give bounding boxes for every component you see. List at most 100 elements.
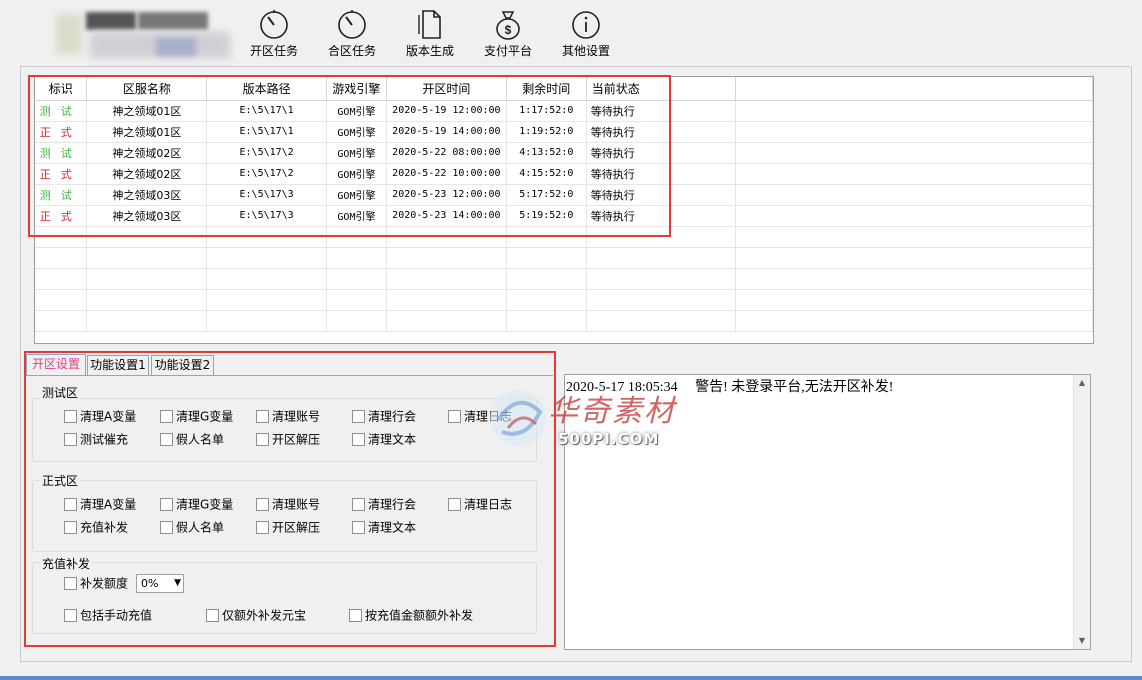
checkbox-box[interactable] [64,577,77,590]
column-header[interactable]: 标识 [35,77,88,101]
checkbox-box[interactable] [256,498,269,511]
test-zone-checkbox[interactable]: 清理A变量 [64,409,136,425]
checkbox-box[interactable] [352,433,365,446]
checkbox-box[interactable] [256,433,269,446]
test-zone-checkbox[interactable]: 测试催充 [64,432,128,448]
table-cell-tag: 测试 [35,142,88,164]
amount-select[interactable]: 0% ▼ [136,574,184,593]
table-cell-remaining [506,247,587,269]
open-task-button[interactable]: 开区任务 [242,8,306,60]
checkbox-box[interactable] [160,521,173,534]
checkbox-box[interactable] [64,609,77,622]
column-header[interactable]: 游戏引擎 [326,77,387,101]
checkbox-box[interactable] [160,433,173,446]
checkbox-box[interactable] [352,498,365,511]
other-settings-button[interactable]: 其他设置 [554,8,618,60]
test-zone-checkbox[interactable]: 清理行会 [352,409,416,425]
table-cell-tag: 正式 [35,121,88,143]
tab-function-settings-1[interactable]: 功能设置1 [87,355,149,376]
recharge-option-checkbox[interactable]: 按充值金额额外补发 [349,608,473,624]
column-header[interactable]: 区服名称 [86,77,208,101]
checkbox-box[interactable] [256,410,269,423]
checkbox-box[interactable] [352,521,365,534]
column-header[interactable]: 开区时间 [386,77,507,101]
checkbox-box[interactable] [64,410,77,423]
merge-task-button[interactable]: 合区任务 [320,8,384,60]
checkbox-box[interactable] [352,410,365,423]
table-cell-remaining [506,268,587,290]
checkbox-box[interactable] [349,609,362,622]
table-cell-name [86,226,208,248]
recharge-option-checkbox[interactable]: 包括手动充值 [64,608,152,624]
prod-zone-checkbox[interactable]: 清理A变量 [64,497,136,513]
prod-zone-checkbox[interactable]: 充值补发 [64,520,128,536]
table-row[interactable]: 测试 神之领域02区 E:\5\17\2 GOM引擎 2020-5-22 08:00:0… [35,142,1093,164]
table-cell-empty [735,289,1093,311]
watermark: 华奇素材 500PI.COM [478,380,678,460]
column-header[interactable]: 剩余时间 [506,77,587,101]
test-zone-checkbox[interactable]: 清理文本 [352,432,416,448]
checkbox-box[interactable] [64,433,77,446]
checkbox-box[interactable] [256,521,269,534]
table-cell-status: 等待执行 [586,142,737,164]
checkbox-box[interactable] [206,609,219,622]
checkbox-label: 仅额外补发元宝 [222,608,307,623]
table-cell-empty [735,100,1093,122]
table-cell-status: 等待执行 [586,163,737,185]
version-generate-button[interactable]: 版本生成 [398,8,462,60]
checkbox-box[interactable] [448,410,461,423]
test-zone-checkbox[interactable]: 清理账号 [256,409,320,425]
table-cell-empty [735,163,1093,185]
watermark-logo-icon [490,390,546,446]
table-header-row: 标识 区服名称 版本路径 游戏引擎 开区时间 剩余时间 当前状态 [35,77,1093,101]
table-cell-name: 神之领域02区 [86,142,208,164]
table-cell-remaining: 1:17:52:0 [506,100,587,122]
log-scrollbar[interactable]: ▲ ▼ [1073,375,1090,649]
table-row-empty[interactable] [35,226,1093,248]
chevron-down-icon: ▼ [174,578,181,588]
table-cell-tag: 正式 [35,163,88,185]
scroll-down-icon[interactable]: ▼ [1074,633,1090,649]
table-row-empty[interactable] [35,289,1093,311]
checkbox-box[interactable] [64,521,77,534]
table-cell-empty [735,184,1093,206]
table-row-empty[interactable] [35,247,1093,269]
recharge-amount-checkbox[interactable]: 补发额度 [64,576,128,592]
table-cell-tag [35,247,88,269]
table-row[interactable]: 正式 神之领域01区 E:\5\17\1 GOM引擎 2020-5-19 14:00:0… [35,121,1093,143]
tab-function-settings-2[interactable]: 功能设置2 [151,355,214,376]
table-row-empty[interactable] [35,268,1093,290]
checkbox-box[interactable] [448,498,461,511]
merge-task-label: 合区任务 [327,44,376,58]
prod-zone-checkbox[interactable]: 清理G变量 [160,497,233,513]
test-zone-checkbox[interactable]: 假人名单 [160,432,224,448]
scroll-up-icon[interactable]: ▲ [1074,375,1090,391]
checkbox-box[interactable] [64,498,77,511]
checkbox-box[interactable] [160,498,173,511]
column-header[interactable]: 版本路径 [206,77,327,101]
prod-zone-checkbox[interactable]: 清理行会 [352,497,416,513]
checkbox-label: 清理文本 [368,520,417,535]
table-cell-open_time [386,310,507,332]
payment-platform-button[interactable]: $ 支付平台 [476,8,540,60]
table-row[interactable]: 正式 神之领域02区 E:\5\17\2 GOM引擎 2020-5-22 10:00:0… [35,163,1093,185]
recharge-option-checkbox[interactable]: 仅额外补发元宝 [206,608,306,624]
table-cell-engine: GOM引擎 [326,205,387,227]
table-row-empty[interactable] [35,310,1093,332]
prod-zone-checkbox[interactable]: 清理文本 [352,520,416,536]
table-row[interactable]: 正式 神之领域03区 E:\5\17\3 GOM引擎 2020-5-23 14:00:0… [35,205,1093,227]
task-grid[interactable]: 标识 区服名称 版本路径 游戏引擎 开区时间 剩余时间 当前状态 测试 神之领域0… [34,76,1094,344]
prod-zone-checkbox[interactable]: 清理日志 [448,497,512,513]
column-header[interactable]: 当前状态 [586,77,737,101]
prod-zone-checkbox[interactable]: 开区解压 [256,520,320,536]
prod-zone-checkbox[interactable]: 清理账号 [256,497,320,513]
prod-zone-checkbox[interactable]: 假人名单 [160,520,224,536]
checkbox-box[interactable] [160,410,173,423]
checkbox-label: 清理G变量 [176,497,234,512]
test-zone-checkbox[interactable]: 开区解压 [256,432,320,448]
table-row[interactable]: 测试 神之领域01区 E:\5\17\1 GOM引擎 2020-5-19 12:00:0… [35,100,1093,122]
table-row[interactable]: 测试 神之领域03区 E:\5\17\3 GOM引擎 2020-5-23 12:00:0… [35,184,1093,206]
test-zone-checkbox[interactable]: 清理G变量 [160,409,233,425]
amount-select-value: 0% [141,577,159,590]
tab-open-settings[interactable]: 开区设置 [26,354,86,376]
